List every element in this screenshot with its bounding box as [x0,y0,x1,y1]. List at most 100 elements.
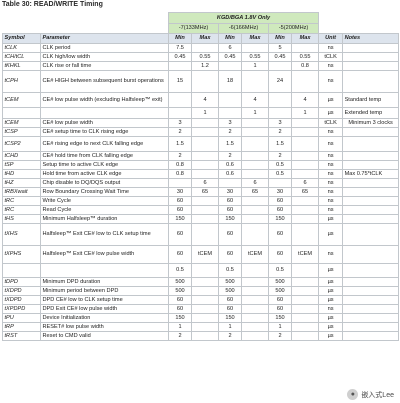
notes-cell [342,127,400,137]
symbol-cell: tHZ [2,178,41,188]
table-row: tCEM CE# low pulse width 3 3 3 tCLK Minimum 3 … [2,118,400,128]
min-cell [168,92,192,108]
unit-cell: ns [318,160,344,170]
max-cell: tCEM [290,245,320,264]
table-row: tXDPD Minimum period between DPD 500 500 500… [2,286,400,296]
symbol-cell: tCPH [2,70,41,93]
unit-cell: ns [318,61,344,71]
min-cell [168,107,192,119]
parameter-cell: Row Boundary Crossing Wait Time [40,187,169,197]
max-cell [191,118,219,128]
min-cell: 60 [218,295,242,305]
table-row: tCPH CE# HIGH between subsequent burst op… [2,70,400,93]
min-cell: 1.5 [218,136,242,152]
min-cell: 30 [268,187,292,197]
parameter-cell: Halfsleep™ Exit CE# low pulse width [40,245,169,264]
max-cell: 0.55 [290,52,320,62]
column-header-max: Max [290,33,320,44]
max-cell [290,322,320,332]
min-cell: 1 [218,322,242,332]
watermark: ● 嵌入式Lee [347,389,394,400]
max-cell [241,151,269,161]
max-cell: 4 [241,92,269,108]
min-cell: 0.5 [218,263,242,278]
max-cell [191,136,219,152]
symbol-cell: tXDPD [2,286,41,296]
symbol-cell: tCH/tCL [2,52,41,62]
unit-cell: ns [318,187,344,197]
table-caption: Table 30: READ/WRITE Timing [2,1,103,8]
symbol-cell [2,263,41,278]
min-cell: 60 [168,304,192,314]
min-cell: 150 [218,214,242,224]
max-cell [290,313,320,323]
column-header-parameter: Parameter [40,33,169,44]
table-row: tSP Setup time to active CLK edge 0.8 0.6 0.… [2,160,400,170]
symbol-cell: tRST [2,331,41,341]
min-cell: 30 [218,187,242,197]
max-cell [241,196,269,206]
max-cell: 65 [191,187,219,197]
max-cell [191,151,219,161]
min-cell: 0.5 [268,263,292,278]
max-cell: 6 [241,178,269,188]
column-header-min: Min [218,33,242,44]
symbol-cell: tCSP [2,127,41,137]
min-cell: 2 [168,127,192,137]
table-row: tHZ Chip disable to DQ/DQS output 6 6 6 ns [2,178,400,188]
unit-cell: ns [318,196,344,206]
symbol-cell: tRBXwait [2,187,41,197]
max-cell [191,70,219,93]
notes-cell [342,277,400,287]
max-cell [191,127,219,137]
table-row: tXPDPD DPD Exit CE# low pulse width 60 60 60… [2,304,400,314]
min-cell [268,107,292,119]
unit-cell: µs [318,214,344,224]
notes-cell [342,178,400,188]
min-cell: 60 [218,196,242,206]
unit-cell: µs [318,107,344,119]
max-cell [290,127,320,137]
notes-cell [342,61,400,71]
notes-cell [342,187,400,197]
min-cell: 3 [168,118,192,128]
max-cell [241,322,269,332]
symbol-cell: tCLK [2,43,41,53]
notes-cell [342,295,400,305]
max-cell [241,118,269,128]
symbol-cell: tHS [2,214,41,224]
min-cell: 0.45 [218,52,242,62]
min-cell: 1 [268,322,292,332]
notes-cell [342,263,400,278]
min-cell: 2 [268,331,292,341]
min-cell: 0.5 [168,263,192,278]
max-cell [241,160,269,170]
max-cell [191,169,219,179]
symbol-cell: tRP [2,322,41,332]
max-cell [290,169,320,179]
unit-cell: ns [318,245,344,264]
parameter-cell: Read Cycle [40,205,169,215]
column-header-min: Min [168,33,192,44]
unit-cell: µs [318,92,344,108]
notes-cell: Minimum 3 clocks [342,118,400,128]
max-cell [290,223,320,246]
header-spacer [2,23,169,34]
table-row: tRC Write Cycle 60 60 60 ns [2,196,400,206]
min-cell: 150 [168,214,192,224]
notes-cell [342,160,400,170]
min-cell: 2 [218,127,242,137]
min-cell: 1 [168,322,192,332]
unit-cell: µs [318,331,344,341]
parameter-cell: Reset to CMD valid [40,331,169,341]
unit-cell: µs [318,286,344,296]
parameter-cell: CE# low pulse width (excluding Halfsleep… [40,92,169,108]
min-cell [218,107,242,119]
speed-grade-header: -6(166MHz) [218,23,269,34]
max-cell [191,286,219,296]
min-cell: 60 [168,295,192,305]
min-cell: 3 [218,118,242,128]
min-cell: 60 [168,196,192,206]
max-cell [290,277,320,287]
parameter-cell: CLK rise or fall time [40,61,169,71]
